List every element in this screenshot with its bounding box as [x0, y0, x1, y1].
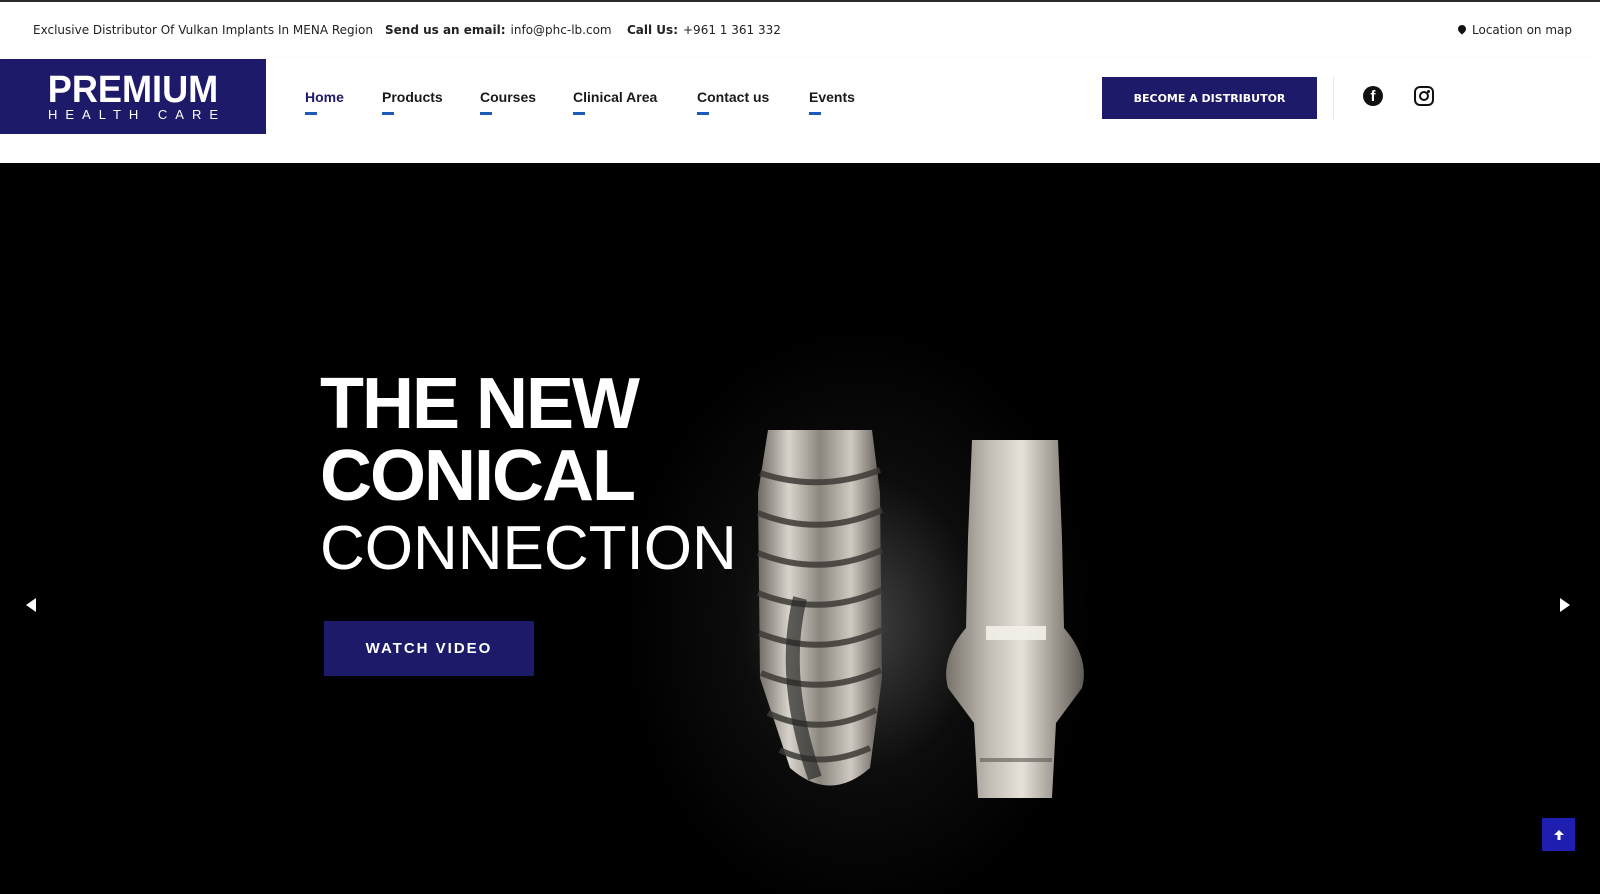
location-label: Location on map [1472, 23, 1572, 37]
email-label: Send us an email: [385, 23, 506, 37]
nav-item-home[interactable]: Home [305, 89, 344, 115]
nav-item-courses[interactable]: Courses [480, 89, 536, 115]
logo-main-text: PREMIUM [47, 69, 219, 111]
top-info-bar: Exclusive Distributor Of Vulkan Implants… [0, 0, 1600, 59]
header-spacer [0, 134, 1600, 163]
watch-video-button[interactable]: WATCH VIDEO [324, 621, 534, 676]
facebook-icon[interactable]: f [1363, 86, 1383, 106]
phone-link[interactable]: +961 1 361 332 [683, 23, 781, 37]
chevron-right-icon[interactable] [1560, 598, 1574, 612]
nav-item-events[interactable]: Events [809, 89, 855, 115]
header-divider [1333, 77, 1334, 119]
become-distributor-button[interactable]: BECOME A DISTRIBUTOR [1102, 77, 1317, 119]
scroll-to-top-button[interactable] [1542, 818, 1575, 851]
instagram-icon[interactable] [1414, 86, 1434, 106]
nav-item-products[interactable]: Products [382, 89, 443, 115]
chevron-left-icon[interactable] [26, 598, 40, 612]
headline-line-1: THE NEW [320, 364, 640, 444]
implant-image [756, 430, 1084, 798]
nav-item-contact-us[interactable]: Contact us [697, 89, 769, 115]
map-pin-icon [1456, 23, 1468, 35]
main-header: PREMIUM HEALTH CARE Home Products Course… [0, 59, 1600, 134]
headline-line-3: CONNECTION [320, 514, 737, 583]
email-link[interactable]: info@phc-lb.com [511, 23, 612, 37]
location-link[interactable]: Location on map [1456, 23, 1572, 37]
phone-contact: Call Us: +961 1 361 332 [627, 23, 781, 37]
hero-headline: THE NEW CONICAL CONNECTION [320, 368, 737, 584]
hero-slider: THE NEW CONICAL CONNECTION WATCH VIDEO [0, 163, 1600, 894]
tagline: Exclusive Distributor Of Vulkan Implants… [33, 23, 373, 37]
headline-line-2: CONICAL [320, 436, 636, 516]
email-contact: Send us an email: info@phc-lb.com [385, 23, 612, 37]
site-logo[interactable]: PREMIUM HEALTH CARE [0, 59, 266, 134]
phone-label: Call Us: [627, 23, 678, 37]
nav-item-clinical-area[interactable]: Clinical Area [573, 89, 657, 115]
arrow-up-icon [1553, 829, 1564, 840]
